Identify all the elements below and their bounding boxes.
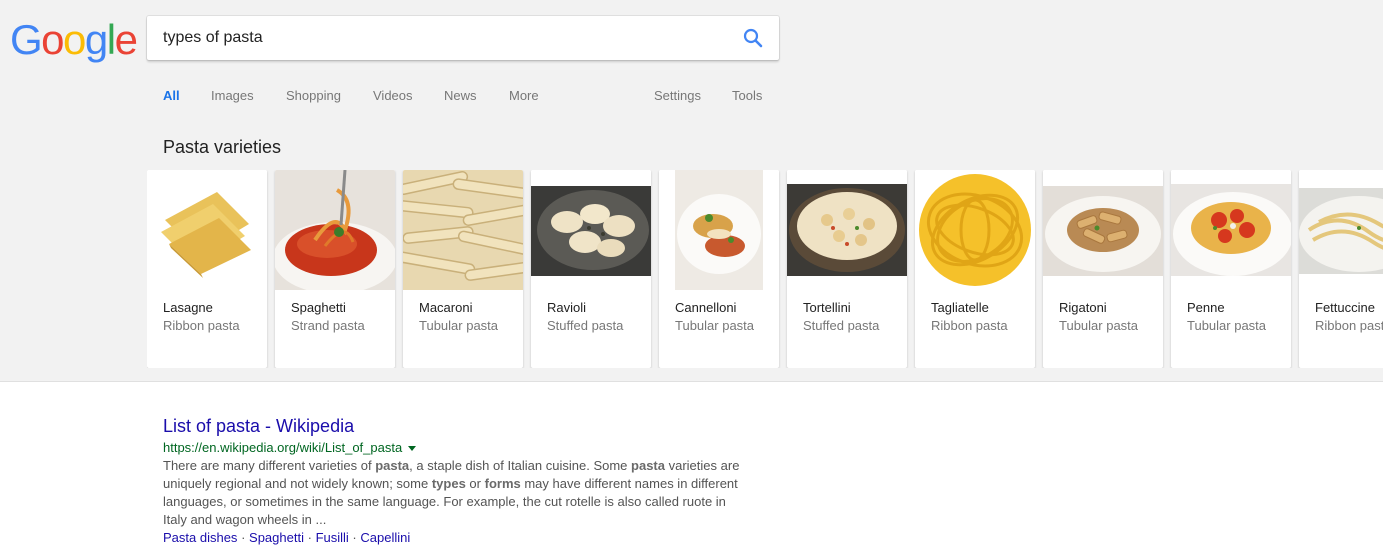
carousel-card-penne[interactable]: Penne Tubular pasta	[1171, 170, 1291, 368]
card-type: Stuffed pasta	[547, 318, 624, 333]
rigatoni-image	[1043, 170, 1163, 290]
snippet-highlight: forms	[484, 476, 521, 491]
logo-letter: o	[63, 16, 86, 63]
card-name: Fettuccine	[1315, 300, 1375, 315]
logo-letter: l	[106, 16, 116, 63]
result-url-row: https://en.wikipedia.org/wiki/List_of_pa…	[163, 439, 763, 457]
card-name: Macaroni	[419, 300, 473, 315]
tab-all[interactable]: All	[163, 88, 180, 103]
tagliatelle-image	[915, 170, 1035, 290]
card-name: Tortellini	[803, 300, 851, 315]
card-name: Lasagne	[163, 300, 213, 315]
card-type: Ribbon pasta	[163, 318, 240, 333]
snippet-text: , a staple dish of Italian cuisine. Some	[409, 458, 632, 473]
tab-shopping[interactable]: Shopping	[286, 88, 341, 103]
card-name: Tagliatelle	[931, 300, 989, 315]
google-logo[interactable]: Google	[10, 14, 138, 66]
result-snippet: There are many different varieties of pa…	[163, 457, 743, 529]
result-title-link[interactable]: List of pasta - Wikipedia	[163, 415, 763, 437]
pasta-carousel: Lasagne Ribbon pasta Spaghetti Strand pa…	[147, 170, 1383, 368]
logo-letter: G	[10, 16, 43, 63]
carousel-card-spaghetti[interactable]: Spaghetti Strand pasta	[275, 170, 395, 368]
card-type: Ribbon pasta	[1315, 318, 1383, 333]
tab-settings[interactable]: Settings	[654, 88, 701, 103]
logo-letter: e	[114, 16, 138, 63]
carousel-title: Pasta varieties	[163, 137, 282, 157]
card-type: Tubular pasta	[675, 318, 755, 333]
card-name: Ravioli	[547, 300, 587, 315]
search-button[interactable]	[741, 26, 765, 50]
card-type: Tubular pasta	[419, 318, 499, 333]
carousel-card-rigatoni[interactable]: Rigatoni Tubular pasta	[1043, 170, 1163, 368]
cannelloni-image	[659, 170, 779, 290]
carousel-card-ravioli[interactable]: Ravioli Stuffed pasta	[531, 170, 651, 368]
sitelink-pasta-dishes[interactable]: Pasta dishes	[163, 530, 237, 545]
lasagne-image	[147, 170, 267, 290]
header-area: Google All Images Shopping Videos News M…	[0, 0, 1383, 382]
snippet-highlight: types	[431, 476, 466, 491]
penne-image	[1171, 170, 1291, 290]
sitelink-spaghetti[interactable]: Spaghetti	[249, 530, 304, 545]
logo-letter: o	[41, 16, 64, 63]
spaghetti-image	[275, 170, 395, 290]
tab-videos[interactable]: Videos	[373, 88, 413, 103]
fettuccine-image	[1299, 170, 1383, 290]
carousel-card-lasagne[interactable]: Lasagne Ribbon pasta	[147, 170, 267, 368]
card-type: Stuffed pasta	[803, 318, 880, 333]
snippet-text: or	[465, 476, 485, 491]
search-input[interactable]	[163, 16, 723, 60]
result-url[interactable]: https://en.wikipedia.org/wiki/List_of_pa…	[163, 440, 402, 455]
card-name: Spaghetti	[291, 300, 346, 315]
sitelink-separator: ·	[307, 530, 312, 545]
search-icon	[743, 28, 763, 48]
search-result: List of pasta - Wikipedia https://en.wik…	[163, 415, 763, 547]
logo-letter: g	[84, 16, 108, 63]
carousel-card-macaroni[interactable]: Macaroni Tubular pasta	[403, 170, 523, 368]
sitelink-capellini[interactable]: Capellini	[360, 530, 410, 545]
carousel-card-tortellini[interactable]: Tortellini Stuffed pasta	[787, 170, 907, 368]
snippet-text: There are many different varieties of	[163, 458, 376, 473]
card-type: Strand pasta	[291, 318, 365, 333]
result-sitelinks: Pasta dishes · Spaghetti · Fusilli · Cap…	[163, 529, 763, 547]
card-name: Penne	[1187, 300, 1225, 315]
ravioli-image	[531, 170, 651, 290]
card-type: Tubular pasta	[1059, 318, 1139, 333]
search-box	[147, 16, 779, 60]
card-type: Ribbon pasta	[931, 318, 1008, 333]
carousel-card-tagliatelle[interactable]: Tagliatelle Ribbon pasta	[915, 170, 1035, 368]
tortellini-image	[787, 170, 907, 290]
carousel-card-fettuccine[interactable]: Fettuccine Ribbon pasta	[1299, 170, 1383, 368]
snippet-highlight: pasta	[375, 458, 410, 473]
sitelink-fusilli[interactable]: Fusilli	[316, 530, 349, 545]
tab-images[interactable]: Images	[211, 88, 254, 103]
card-name: Rigatoni	[1059, 300, 1107, 315]
card-name: Cannelloni	[675, 300, 737, 315]
sitelink-separator: ·	[241, 530, 246, 545]
card-type: Tubular pasta	[1187, 318, 1267, 333]
tab-news[interactable]: News	[444, 88, 477, 103]
carousel-card-cannelloni[interactable]: Cannelloni Tubular pasta	[659, 170, 779, 368]
snippet-highlight: pasta	[631, 458, 665, 473]
sitelink-separator: ·	[352, 530, 357, 545]
tab-tools[interactable]: Tools	[732, 88, 762, 103]
url-dropdown-arrow-icon[interactable]	[408, 446, 417, 452]
tab-more[interactable]: More	[509, 88, 539, 103]
macaroni-image	[403, 170, 523, 290]
